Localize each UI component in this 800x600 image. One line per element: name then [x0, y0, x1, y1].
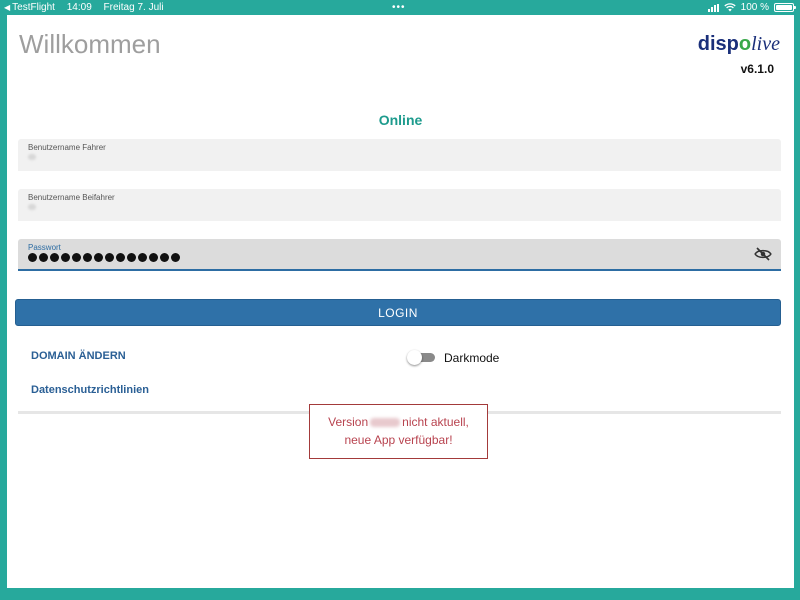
password-dot — [127, 253, 136, 262]
password-dot — [160, 253, 169, 262]
privacy-policy-link[interactable]: Datenschutzrichtlinien — [31, 384, 149, 396]
back-app-name[interactable]: TestFlight — [12, 2, 55, 13]
version-number-redacted — [370, 418, 401, 428]
codriver-username-field[interactable]: Benutzername Beifahrer — [18, 189, 781, 221]
back-arrow-icon[interactable]: ◀ — [4, 3, 10, 12]
password-field[interactable]: Passwort — [18, 239, 781, 271]
password-dot — [171, 253, 180, 262]
password-label: Passwort — [28, 243, 61, 252]
login-button[interactable]: LOGIN — [15, 299, 781, 326]
codriver-username-label: Benutzername Beifahrer — [28, 193, 115, 202]
update-notice-line2: neue App verfügbar! — [344, 433, 453, 447]
wifi-icon — [723, 3, 736, 12]
hide-password-eye-icon[interactable] — [754, 247, 772, 261]
password-dot — [149, 253, 158, 262]
password-dot — [94, 253, 103, 262]
update-notice: Version nicht aktuell, neue App verfügbar… — [309, 404, 488, 459]
change-domain-link[interactable]: DOMAIN ÄNDERN — [31, 350, 126, 362]
battery-icon — [774, 3, 796, 12]
password-dot — [72, 253, 81, 262]
password-dot — [138, 253, 147, 262]
login-screen: Willkommen dispolive v6.1.0 Online Benut… — [7, 15, 794, 588]
app-version: v6.1.0 — [740, 62, 774, 76]
signal-icon — [707, 3, 719, 12]
darkmode-toggle[interactable] — [407, 350, 435, 365]
password-dot — [39, 253, 48, 262]
status-time: 14:09 — [66, 2, 92, 13]
password-dot — [28, 253, 37, 262]
status-bar-right: 100 % — [703, 0, 796, 15]
status-date: Freitag 7. Juli — [103, 2, 164, 13]
page-title: Willkommen — [19, 29, 161, 59]
codriver-username-value-redacted — [28, 204, 36, 210]
update-notice-line1: Version nicht aktuell, — [328, 415, 469, 429]
driver-username-value-redacted — [28, 154, 36, 160]
darkmode-label: Darkmode — [444, 351, 500, 365]
status-bar-left: ◀ TestFlight 14:09 Freitag 7. Juli — [4, 0, 173, 15]
password-dot — [105, 253, 114, 262]
password-dot — [50, 253, 59, 262]
password-dot — [116, 253, 125, 262]
password-masked-value — [28, 253, 180, 262]
multitasking-dots-icon[interactable]: ••• — [392, 0, 406, 15]
status-bar: ◀ TestFlight 14:09 Freitag 7. Juli ••• 10… — [0, 0, 800, 15]
dispolive-logo: dispolive — [697, 33, 780, 55]
darkmode-toggle-knob — [407, 350, 422, 365]
battery-percentage: 100 % — [740, 2, 769, 13]
connection-status: Online — [378, 112, 423, 128]
password-dot — [61, 253, 70, 262]
password-dot — [83, 253, 92, 262]
driver-username-field[interactable]: Benutzername Fahrer — [18, 139, 781, 171]
driver-username-label: Benutzername Fahrer — [28, 143, 106, 152]
